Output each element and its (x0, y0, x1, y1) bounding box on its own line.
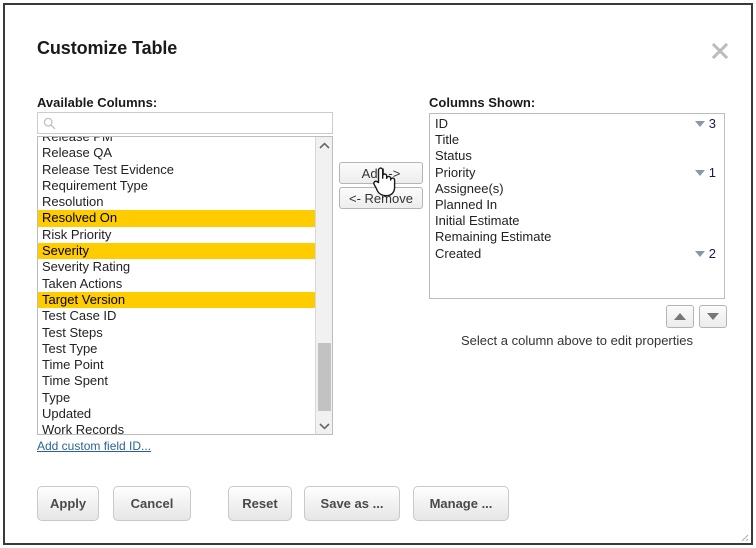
search-field-wrapper[interactable] (37, 112, 333, 134)
shown-column-item[interactable]: Initial Estimate (430, 213, 724, 229)
shown-column-item[interactable]: Remaining Estimate (430, 229, 724, 245)
shown-column-item[interactable]: Status (430, 148, 724, 164)
cancel-button[interactable]: Cancel (113, 486, 191, 521)
available-column-item[interactable]: Target Version (38, 292, 316, 308)
columns-shown-list: ID 3 TitleStatus Priority 1 Assignee(s)Planne… (430, 114, 724, 262)
reset-button[interactable]: Reset (228, 486, 292, 521)
sort-indicator[interactable]: 1 (695, 165, 716, 181)
remove-button[interactable]: <- Remove (339, 187, 423, 209)
available-column-item[interactable]: Severity (38, 243, 316, 259)
shown-column-item[interactable]: Title (430, 132, 724, 148)
available-column-item[interactable]: Release Test Evidence (38, 162, 316, 178)
move-up-button[interactable] (666, 305, 694, 328)
available-column-item[interactable]: Release PM (38, 136, 316, 145)
customize-table-dialog: Customize Table Available Columns: Relea… (3, 3, 753, 545)
shown-column-label: Created (435, 246, 481, 261)
shown-column-label: Priority (435, 165, 475, 180)
available-columns-label: Available Columns: (37, 95, 157, 110)
available-column-item[interactable]: Requirement Type (38, 178, 316, 194)
close-icon[interactable] (706, 37, 734, 65)
available-column-item[interactable]: Risk Priority (38, 227, 316, 243)
apply-button[interactable]: Apply (37, 486, 99, 521)
available-column-item[interactable]: Resolved On (38, 210, 316, 226)
available-column-item[interactable]: Taken Actions (38, 276, 316, 292)
sort-descending-icon (695, 170, 705, 176)
shown-column-item[interactable]: Created 2 (430, 246, 724, 262)
available-column-item[interactable]: Release QA (38, 145, 316, 161)
page-title: Customize Table (37, 38, 177, 59)
available-column-item[interactable]: Test Type (38, 341, 316, 357)
add-button[interactable]: Add -> (339, 162, 423, 184)
available-column-item[interactable]: Type (38, 390, 316, 406)
shown-column-label: Title (435, 132, 459, 147)
columns-shown-listbox[interactable]: ID 3 TitleStatus Priority 1 Assignee(s)Planne… (429, 113, 725, 299)
available-column-item[interactable]: Time Spent (38, 373, 316, 389)
sort-descending-icon (695, 121, 705, 127)
available-column-item[interactable]: Resolution (38, 194, 316, 210)
shown-column-label: Planned In (435, 197, 497, 212)
sort-order-number: 2 (709, 246, 716, 262)
add-custom-field-link[interactable]: Add custom field ID... (37, 439, 151, 453)
edit-properties-hint: Select a column above to edit properties (429, 333, 725, 348)
available-column-item[interactable]: Test Steps (38, 325, 316, 341)
move-down-button[interactable] (699, 305, 727, 328)
save-as-button[interactable]: Save as ... (304, 486, 400, 521)
columns-shown-label: Columns Shown: (429, 95, 535, 110)
sort-indicator[interactable]: 3 (695, 116, 716, 132)
sort-order-number: 1 (709, 165, 716, 181)
search-icon (43, 117, 56, 130)
shown-column-item[interactable]: Planned In (430, 197, 724, 213)
available-column-item[interactable]: Test Case ID (38, 308, 316, 324)
available-column-item[interactable]: Time Point (38, 357, 316, 373)
triangle-up-icon (674, 313, 686, 320)
scrollbar-thumb[interactable] (318, 343, 331, 411)
available-columns-list: Release PMRelease QARelease Test Evidenc… (38, 136, 316, 435)
available-column-item[interactable]: Work Records (38, 422, 316, 435)
sort-order-number: 3 (709, 116, 716, 132)
available-column-item[interactable]: Updated (38, 406, 316, 422)
chevron-up-icon[interactable] (316, 137, 333, 154)
triangle-down-icon (707, 313, 719, 320)
chevron-down-icon[interactable] (316, 417, 333, 434)
sort-indicator[interactable]: 2 (695, 246, 716, 262)
available-columns-listbox[interactable]: Release PMRelease QARelease Test Evidenc… (37, 136, 333, 435)
shown-column-label: Status (435, 148, 472, 163)
shown-column-item[interactable]: ID 3 (430, 116, 724, 132)
shown-column-label: Assignee(s) (435, 181, 504, 196)
search-input[interactable] (56, 114, 332, 132)
shown-column-label: ID (435, 116, 448, 131)
available-list-scrollbar[interactable] (315, 137, 332, 434)
sort-descending-icon (695, 251, 705, 257)
shown-column-item[interactable]: Priority 1 (430, 165, 724, 181)
resize-grip[interactable] (737, 529, 749, 541)
shown-column-item[interactable]: Assignee(s) (430, 181, 724, 197)
manage-button[interactable]: Manage ... (413, 486, 509, 521)
shown-column-label: Initial Estimate (435, 213, 520, 228)
shown-column-label: Remaining Estimate (435, 229, 551, 244)
available-column-item[interactable]: Severity Rating (38, 259, 316, 275)
